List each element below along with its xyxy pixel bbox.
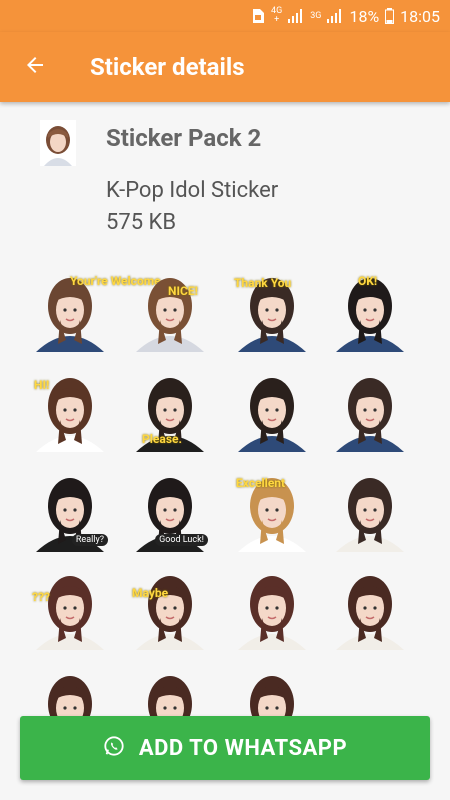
sticker-image (238, 576, 306, 650)
sticker-item[interactable]: Thank You (232, 270, 312, 352)
back-button[interactable] (0, 32, 70, 102)
sticker-item[interactable]: Please. (130, 370, 210, 452)
sticker-image (36, 576, 104, 650)
sticker-image (48, 676, 92, 717)
sticker-image (250, 676, 294, 717)
whatsapp-icon (103, 735, 125, 761)
sticker-item[interactable]: NICE! (130, 270, 210, 352)
sticker-item[interactable] (232, 568, 312, 650)
sticker-image (136, 576, 204, 650)
sticker-caption: ??? (32, 590, 50, 604)
sticker-image (336, 576, 404, 650)
sticker-item[interactable] (30, 668, 110, 717)
sticker-item[interactable]: ??? (30, 568, 110, 650)
signal-1-icon (288, 9, 304, 23)
sticker-grid: Your're Welcome NICE! Thank You OK! HI! Pleas… (0, 262, 450, 717)
pack-thumbnail (40, 120, 76, 166)
sticker-caption: Excellent (236, 476, 286, 490)
sticker-image (136, 278, 204, 352)
pack-header: Sticker Pack 2 K-Pop Idol Sticker 575 KB (0, 102, 450, 252)
add-to-whatsapp-button[interactable]: ADD TO WHATSAPP (20, 716, 430, 780)
sticker-caption: HI! (34, 378, 50, 392)
add-to-whatsapp-label: ADD TO WHATSAPP (138, 735, 348, 761)
sticker-item[interactable] (232, 370, 312, 452)
pack-name: Sticker Pack 2 (106, 124, 262, 152)
sticker-caption: Thank You (234, 276, 292, 290)
network-1-indicator: 4G + (271, 6, 283, 25)
sticker-image (238, 378, 306, 452)
pack-publisher: K-Pop Idol Sticker (106, 178, 279, 203)
sticker-caption: Please. (142, 432, 182, 446)
status-bar: 4G + 3G 18% 18:05 (0, 0, 450, 32)
pack-size: 575 KB (106, 210, 177, 235)
sticker-tag: Really? (71, 534, 108, 546)
sticker-image (336, 378, 404, 452)
sticker-item[interactable]: Maybe (130, 568, 210, 650)
signal-2-icon (327, 9, 343, 23)
sticker-item[interactable]: HI! (30, 370, 110, 452)
clock: 18:05 (400, 6, 440, 26)
sticker-caption: OK! (358, 274, 378, 288)
page-title: Sticker details (90, 53, 245, 81)
network-2-indicator: 3G (310, 10, 322, 21)
app-bar: Sticker details (0, 32, 450, 102)
sticker-item[interactable]: OK! (330, 270, 410, 352)
arrow-left-icon (23, 53, 47, 81)
sticker-caption: Maybe (132, 586, 169, 600)
sticker-item[interactable]: Good Luck! (130, 470, 210, 552)
sticker-item[interactable] (232, 668, 312, 717)
sticker-item[interactable]: Excellent (232, 470, 312, 552)
sticker-item[interactable] (330, 370, 410, 452)
sticker-item[interactable] (330, 470, 410, 552)
sticker-item[interactable]: Really? (30, 470, 110, 552)
sticker-item[interactable] (330, 568, 410, 650)
sticker-item[interactable] (130, 668, 210, 717)
sticker-item[interactable]: Your're Welcome (30, 270, 161, 352)
battery-icon (385, 8, 395, 24)
battery-percent: 18% (349, 6, 380, 26)
sticker-tag: Good Luck! (155, 534, 208, 546)
sticker-image (148, 676, 192, 717)
sim-icon (251, 8, 265, 24)
sticker-image (336, 478, 404, 552)
sticker-caption: NICE! (168, 284, 198, 298)
